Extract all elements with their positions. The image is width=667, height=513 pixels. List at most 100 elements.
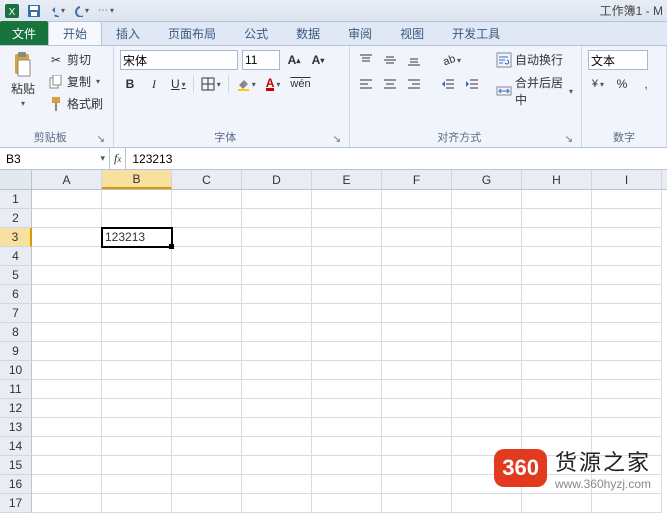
- save-icon[interactable]: [24, 3, 44, 19]
- cell[interactable]: [592, 323, 662, 342]
- fill-color-button[interactable]: [233, 74, 259, 94]
- cell[interactable]: [32, 304, 102, 323]
- column-header[interactable]: C: [172, 170, 242, 189]
- cell[interactable]: [382, 190, 452, 209]
- cell[interactable]: [452, 380, 522, 399]
- font-name-combo[interactable]: [120, 50, 238, 70]
- cell[interactable]: [592, 190, 662, 209]
- column-header[interactable]: I: [592, 170, 662, 189]
- cell[interactable]: [102, 361, 172, 380]
- cell[interactable]: [312, 437, 382, 456]
- row-header[interactable]: 12: [0, 399, 32, 418]
- cell[interactable]: [592, 247, 662, 266]
- cell[interactable]: [452, 209, 522, 228]
- cell[interactable]: [522, 247, 592, 266]
- cell[interactable]: [312, 304, 382, 323]
- cell[interactable]: [312, 323, 382, 342]
- cell[interactable]: [592, 342, 662, 361]
- cell[interactable]: [522, 304, 592, 323]
- cell[interactable]: [172, 380, 242, 399]
- cell[interactable]: [382, 342, 452, 361]
- cell[interactable]: [452, 266, 522, 285]
- cell[interactable]: [592, 228, 662, 247]
- align-center-icon[interactable]: [380, 74, 400, 94]
- cell[interactable]: [382, 475, 452, 494]
- cell[interactable]: [382, 266, 452, 285]
- row-header[interactable]: 15: [0, 456, 32, 475]
- cell[interactable]: [102, 494, 172, 513]
- cell[interactable]: [522, 323, 592, 342]
- cell[interactable]: [32, 418, 102, 437]
- cell[interactable]: [242, 323, 312, 342]
- cell[interactable]: [522, 285, 592, 304]
- cell[interactable]: [312, 494, 382, 513]
- cell[interactable]: [312, 380, 382, 399]
- cell[interactable]: [382, 304, 452, 323]
- cell[interactable]: [172, 342, 242, 361]
- cell[interactable]: [32, 380, 102, 399]
- cell[interactable]: [172, 475, 242, 494]
- cell[interactable]: [102, 266, 172, 285]
- cell[interactable]: [382, 418, 452, 437]
- tab-file[interactable]: 文件: [0, 21, 48, 45]
- cell[interactable]: [172, 209, 242, 228]
- cell[interactable]: [102, 209, 172, 228]
- cell[interactable]: [522, 380, 592, 399]
- cell[interactable]: [32, 475, 102, 494]
- cell[interactable]: [452, 399, 522, 418]
- orientation-button[interactable]: ab: [438, 50, 464, 70]
- column-header[interactable]: F: [382, 170, 452, 189]
- cell[interactable]: [312, 190, 382, 209]
- cell[interactable]: [172, 418, 242, 437]
- column-header[interactable]: D: [242, 170, 312, 189]
- cell[interactable]: [452, 494, 522, 513]
- cell[interactable]: [242, 361, 312, 380]
- row-header[interactable]: 5: [0, 266, 32, 285]
- formula-input[interactable]: [126, 148, 667, 169]
- cell[interactable]: [382, 437, 452, 456]
- font-size-combo[interactable]: [242, 50, 280, 70]
- qat-customize-icon[interactable]: ⋯: [96, 3, 116, 19]
- cell[interactable]: [172, 361, 242, 380]
- cell[interactable]: [172, 323, 242, 342]
- tab-insert[interactable]: 插入: [102, 21, 154, 45]
- row-header[interactable]: 16: [0, 475, 32, 494]
- row-header[interactable]: 11: [0, 380, 32, 399]
- cell[interactable]: [382, 247, 452, 266]
- phonetic-guide-button[interactable]: wén: [287, 74, 313, 94]
- cell[interactable]: [312, 285, 382, 304]
- font-color-button[interactable]: A: [263, 74, 284, 94]
- cell[interactable]: [172, 228, 242, 247]
- cell[interactable]: [242, 494, 312, 513]
- cell[interactable]: [32, 266, 102, 285]
- cell[interactable]: [452, 418, 522, 437]
- cell[interactable]: [312, 209, 382, 228]
- cell[interactable]: [522, 190, 592, 209]
- cell[interactable]: [522, 494, 592, 513]
- cell[interactable]: [242, 342, 312, 361]
- align-right-icon[interactable]: [404, 74, 424, 94]
- row-header[interactable]: 3: [0, 228, 32, 247]
- column-header[interactable]: G: [452, 170, 522, 189]
- cell[interactable]: [32, 190, 102, 209]
- column-header[interactable]: A: [32, 170, 102, 189]
- paste-button[interactable]: 粘贴 ▾: [6, 50, 40, 127]
- cell[interactable]: [242, 399, 312, 418]
- cell[interactable]: [522, 228, 592, 247]
- cell[interactable]: [172, 456, 242, 475]
- cell[interactable]: [242, 456, 312, 475]
- cell[interactable]: 123213: [102, 228, 172, 247]
- cell[interactable]: [32, 342, 102, 361]
- cell[interactable]: [102, 418, 172, 437]
- cell[interactable]: [102, 304, 172, 323]
- cell[interactable]: [102, 399, 172, 418]
- cell[interactable]: [522, 266, 592, 285]
- cell[interactable]: [242, 437, 312, 456]
- align-left-icon[interactable]: [356, 74, 376, 94]
- cell[interactable]: [522, 361, 592, 380]
- cell[interactable]: [312, 266, 382, 285]
- cell[interactable]: [382, 209, 452, 228]
- decrease-indent-icon[interactable]: [438, 74, 458, 94]
- cell[interactable]: [172, 247, 242, 266]
- cell[interactable]: [102, 323, 172, 342]
